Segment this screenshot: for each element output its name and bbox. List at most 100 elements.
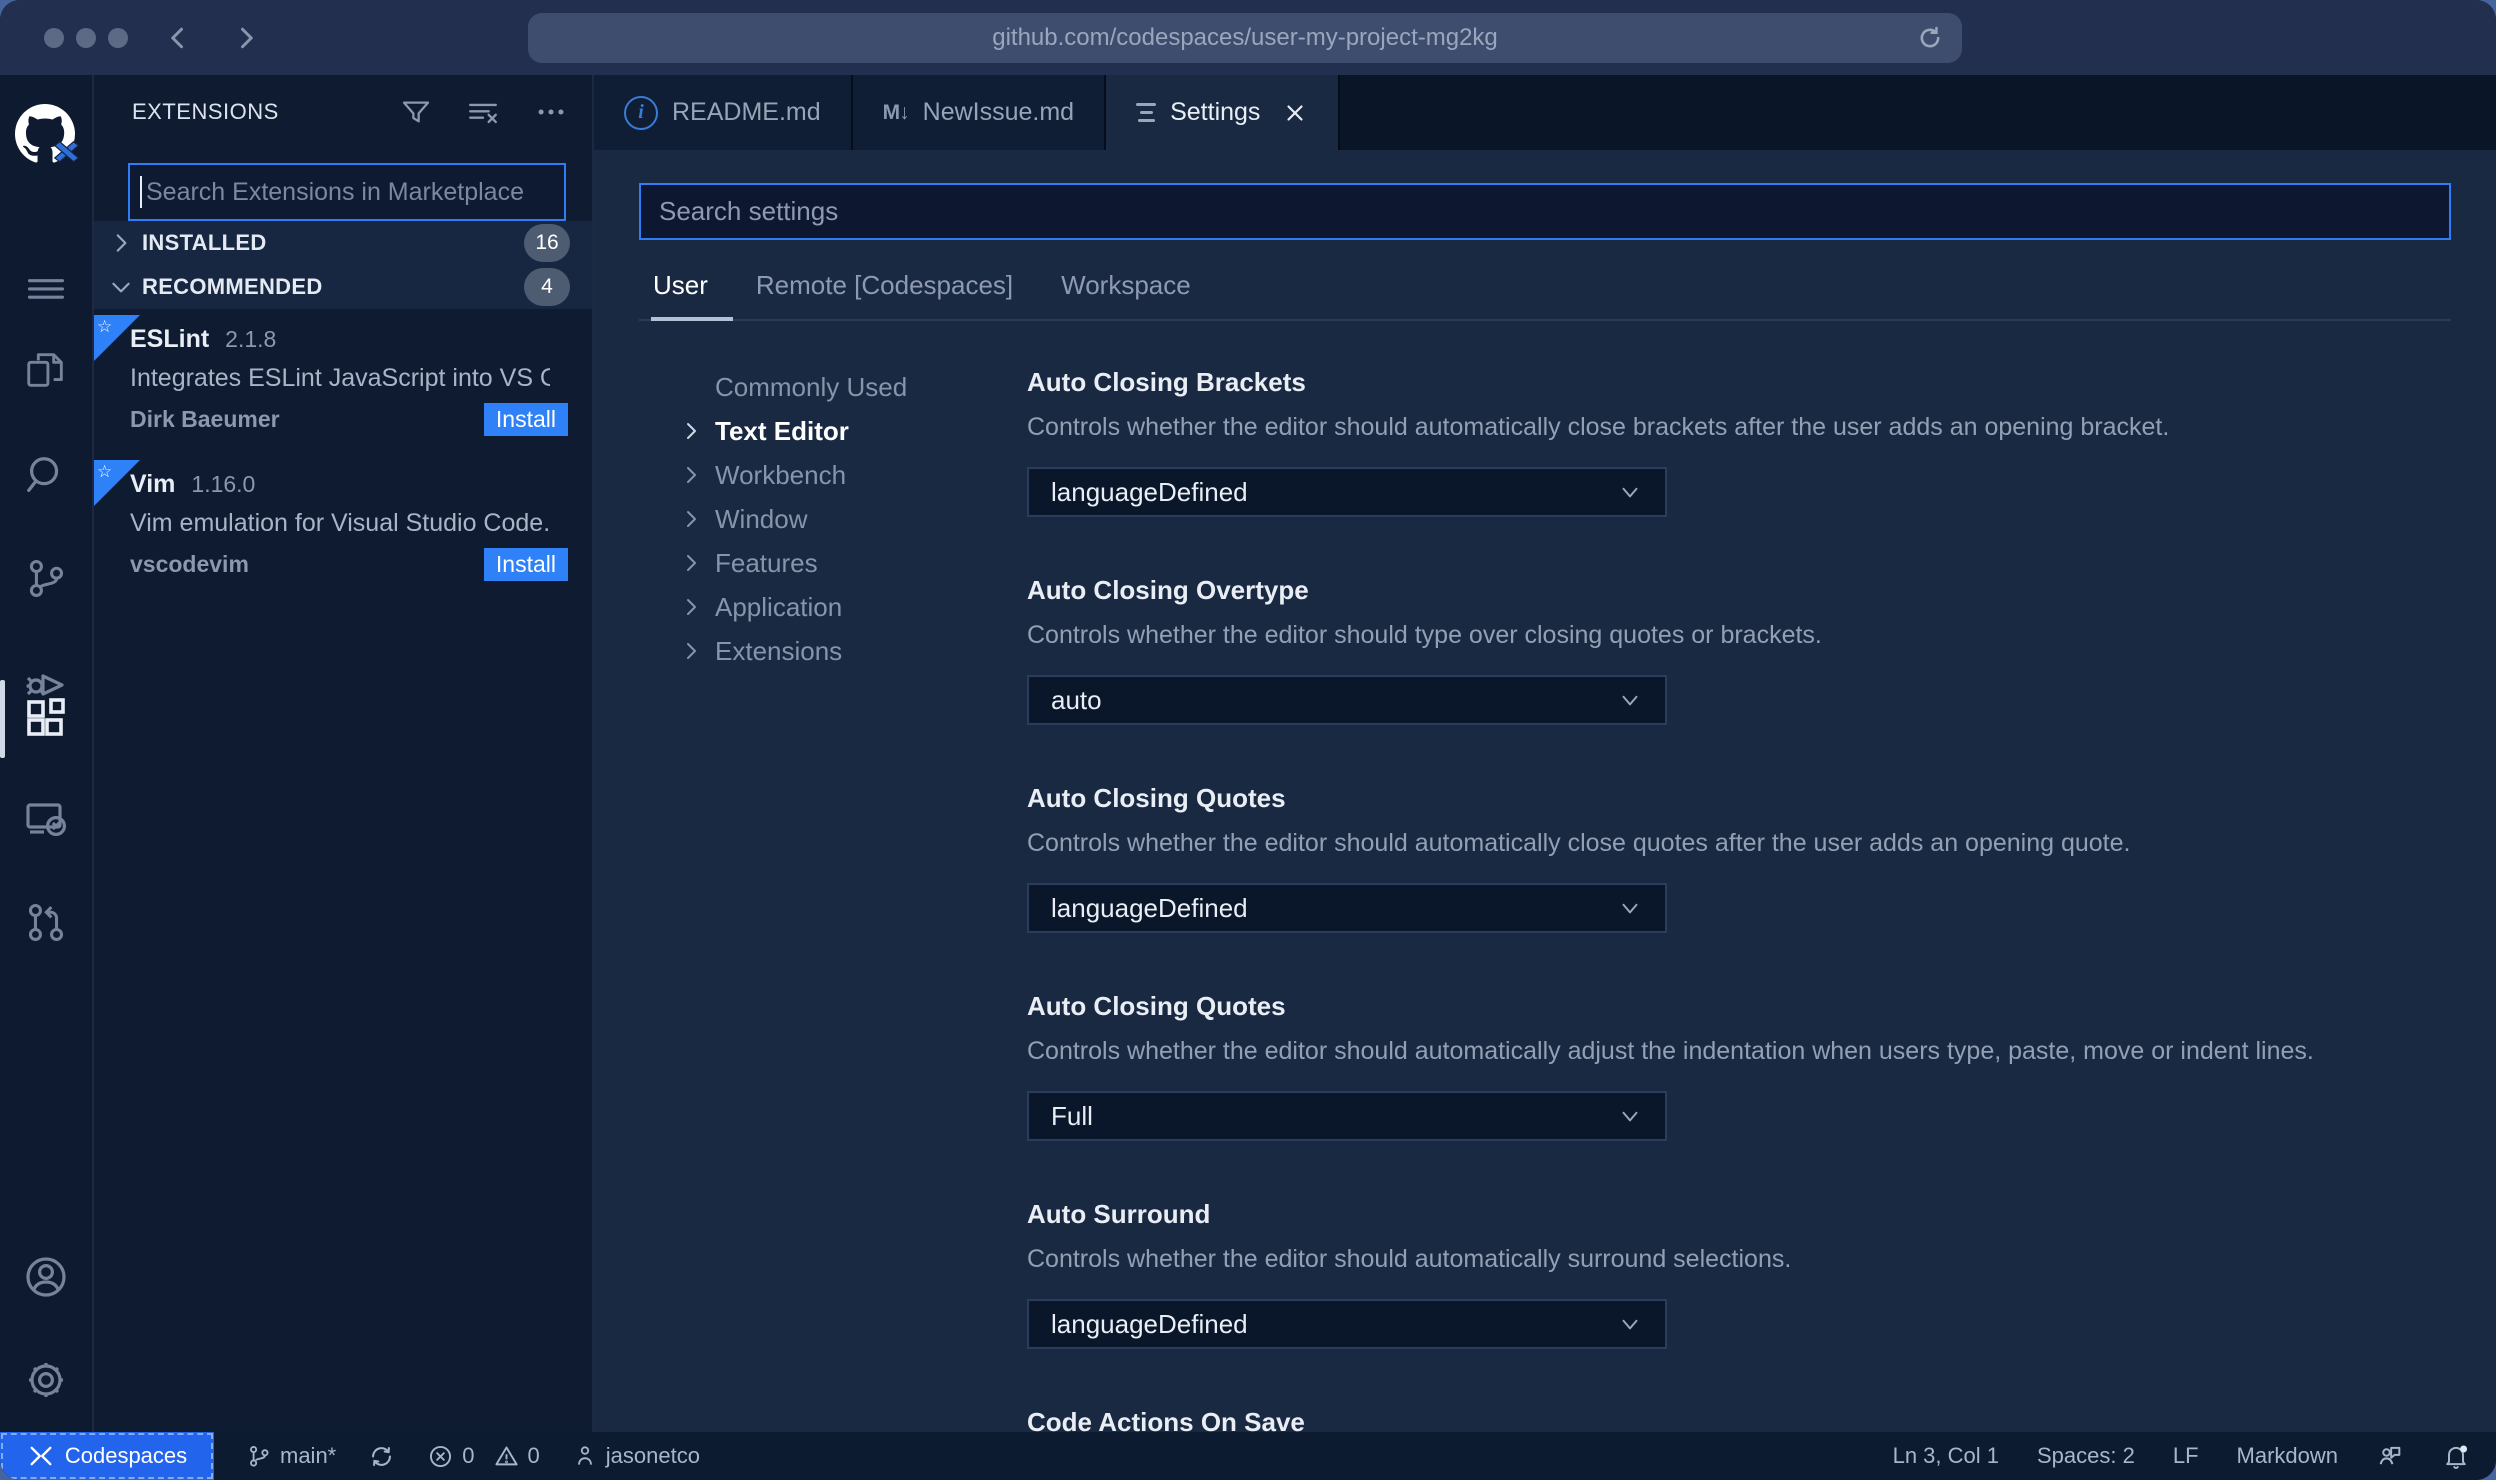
install-button[interactable]: Install <box>483 548 568 581</box>
extensions-search-box[interactable] <box>128 163 566 221</box>
search-icon[interactable] <box>14 443 78 507</box>
section-installed[interactable]: INSTALLED 16 <box>94 221 592 265</box>
minimize-window-button[interactable] <box>76 27 96 48</box>
cursor-position[interactable]: Ln 3, Col 1 <box>1893 1443 1999 1469</box>
source-control-icon[interactable] <box>14 546 78 610</box>
count-badge: 16 <box>524 224 570 262</box>
more-actions-icon[interactable] <box>534 95 568 129</box>
account-icon[interactable] <box>14 1245 78 1309</box>
scope-tab-remote[interactable]: Remote [Codespaces] <box>756 270 1013 319</box>
setting-title: Auto Closing Quotes <box>1027 991 1286 1021</box>
indentation[interactable]: Spaces: 2 <box>2037 1443 2135 1469</box>
extension-list-item[interactable]: ☆ Vim 1.16.0 Vim emulation for Visual St… <box>94 454 592 599</box>
setting-select[interactable]: languageDefined <box>1027 883 1667 933</box>
tab-label: NewIssue.md <box>922 98 1075 126</box>
setting-title: Auto Surround <box>1027 1199 1211 1229</box>
section-label: INSTALLED <box>142 230 267 255</box>
menu-icon[interactable] <box>14 256 78 320</box>
extension-version: 2.1.8 <box>225 326 277 352</box>
url-bar[interactable]: github.com/codespaces/user-my-project-mg… <box>528 13 1962 63</box>
section-label: RECOMMENDED <box>142 274 323 299</box>
remote-explorer-icon[interactable] <box>14 787 78 851</box>
settings-search-box[interactable] <box>639 183 2451 240</box>
extensions-icon[interactable] <box>14 686 78 750</box>
tab-readme[interactable]: i README.md <box>594 75 853 150</box>
reload-icon[interactable] <box>1916 24 1944 52</box>
forward-icon[interactable] <box>230 23 260 53</box>
setting-title: Auto Closing Brackets <box>1027 367 1306 397</box>
active-view-indicator <box>0 680 5 758</box>
toc-item-workbench[interactable]: Workbench <box>639 453 1027 497</box>
eol-sequence[interactable]: LF <box>2173 1443 2199 1469</box>
setting-select[interactable]: languageDefined <box>1027 467 1667 517</box>
chevron-right-icon <box>679 595 715 619</box>
setting-select[interactable]: auto <box>1027 675 1667 725</box>
setting-title: Auto Closing Overtype <box>1027 575 1309 605</box>
bell-icon[interactable] <box>2442 1442 2470 1470</box>
sync-icon <box>372 1446 392 1466</box>
extension-author: vscodevim <box>130 551 249 577</box>
setting-select[interactable]: languageDefined <box>1027 1299 1667 1349</box>
tab-settings[interactable]: Settings <box>1106 75 1341 150</box>
extensions-sidebar: EXTENSIONS Search Extensions in Marketpl… <box>94 75 594 1432</box>
tab-newissue[interactable]: M↓ NewIssue.md <box>852 75 1107 150</box>
chevron-down-icon <box>1617 687 1643 713</box>
chevron-right-icon <box>679 419 715 443</box>
toc-item-application[interactable]: Application <box>639 585 1027 629</box>
text-caret <box>140 176 142 208</box>
pull-request-icon[interactable] <box>14 890 78 954</box>
setting-auto-closing-brackets: Auto Closing Brackets Controls whether t… <box>1027 365 2451 517</box>
setting-auto-closing-quotes: Auto Closing Quotes Controls whether the… <box>1027 781 2451 933</box>
setting-select[interactable]: Full <box>1027 1091 1667 1141</box>
toc-item-window[interactable]: Window <box>639 497 1027 541</box>
person-icon <box>577 1446 592 1465</box>
back-icon[interactable] <box>164 23 194 53</box>
git-branch-icon <box>250 1445 269 1467</box>
toc-item-text-editor[interactable]: Text Editor <box>639 409 1027 453</box>
toc-item-commonly-used[interactable]: Commonly Used <box>639 365 1027 409</box>
error-icon <box>430 1445 452 1467</box>
close-window-button[interactable] <box>44 27 64 48</box>
user-status[interactable]: jasonetco <box>572 1443 700 1469</box>
setting-title: Code Actions On Save <box>1027 1407 1305 1432</box>
setting-description: Controls whether the editor should autom… <box>1027 1037 2314 1065</box>
chevron-right-icon <box>679 507 715 531</box>
warning-icon <box>494 1446 518 1465</box>
feedback-icon[interactable] <box>2376 1442 2404 1470</box>
setting-description: Controls whether the editor should autom… <box>1027 413 2170 441</box>
branch-status[interactable]: main* <box>246 1443 336 1469</box>
codespaces-remote-button[interactable]: Codespaces <box>0 1432 214 1480</box>
toc-item-features[interactable]: Features <box>639 541 1027 585</box>
vscode-logo-icon <box>53 140 80 163</box>
url-text: github.com/codespaces/user-my-project-mg… <box>992 24 1498 51</box>
language-mode[interactable]: Markdown <box>2237 1443 2338 1469</box>
activity-bar <box>0 75 94 1432</box>
settings-editor: User Remote [Codespaces] Workspace Commo… <box>594 150 2496 1432</box>
settings-search-input[interactable] <box>641 196 2449 227</box>
settings-gear-icon[interactable] <box>14 1348 78 1412</box>
github-octocat-logo-icon[interactable] <box>14 103 80 167</box>
filter-funnel-icon[interactable] <box>400 96 432 128</box>
sync-button[interactable] <box>368 1443 395 1470</box>
extensions-search-input[interactable] <box>130 177 564 207</box>
install-button[interactable]: Install <box>483 403 568 436</box>
sidebar-header: EXTENSIONS <box>94 75 592 149</box>
section-recommended[interactable]: RECOMMENDED 4 <box>94 265 592 309</box>
toc-item-extensions[interactable]: Extensions <box>639 629 1027 673</box>
recommended-star-icon: ☆ <box>94 315 140 361</box>
window-controls <box>44 27 128 48</box>
scope-tab-user[interactable]: User <box>653 270 708 319</box>
maximize-window-button[interactable] <box>108 27 128 48</box>
scope-tab-workspace[interactable]: Workspace <box>1061 270 1191 319</box>
workbench: EXTENSIONS Search Extensions in Marketpl… <box>0 75 2496 1432</box>
chevron-down-icon <box>1617 479 1643 505</box>
close-icon[interactable] <box>1282 100 1308 126</box>
editor-area: i README.md M↓ NewIssue.md Settings Sear… <box>594 75 2496 1432</box>
clear-search-icon[interactable] <box>466 95 500 129</box>
chevron-down-icon <box>1617 1103 1643 1129</box>
recommended-star-icon: ☆ <box>94 460 140 506</box>
explorer-files-icon[interactable] <box>14 338 78 402</box>
chevron-right-icon <box>108 230 142 256</box>
extension-list-item[interactable]: ☆ ESLint 2.1.8 Integrates ESLint JavaScr… <box>94 309 592 454</box>
problems-status[interactable]: 0 0 <box>427 1443 540 1470</box>
